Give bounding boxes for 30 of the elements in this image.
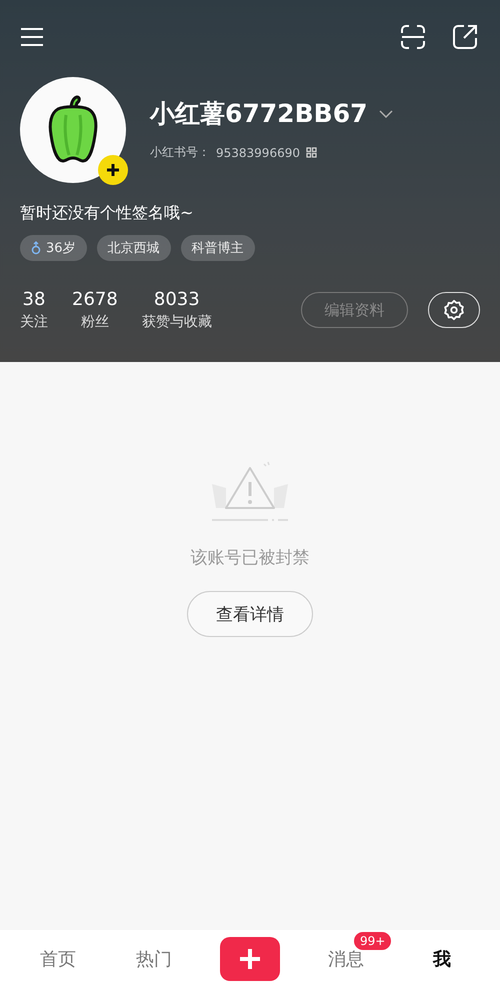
nav-tab[interactable]: 我	[412, 946, 472, 972]
notification-badge: 99+	[354, 932, 392, 950]
profile-tag: 36岁	[20, 235, 87, 261]
stat-value: 38	[22, 289, 46, 310]
add-icon[interactable]	[98, 155, 128, 185]
id-label: 小红书号：	[150, 144, 210, 161]
profile-tag: 北京西城	[96, 235, 171, 261]
id-value: 95383996690	[216, 146, 300, 160]
stat-value: 8033	[154, 289, 200, 310]
menu-icon[interactable]	[20, 27, 44, 47]
chevron-down-icon[interactable]	[379, 110, 394, 118]
publish-button[interactable]	[220, 937, 280, 981]
nav-tab[interactable]: 首页	[28, 946, 88, 972]
username: 小红薯6772BB67	[150, 98, 368, 130]
share-icon[interactable]	[452, 24, 478, 50]
settings-icon	[443, 299, 465, 321]
profile-tag: 科普博主	[180, 235, 255, 261]
stat-label: 粉丝	[80, 313, 109, 331]
settings-button[interactable]	[428, 292, 480, 328]
stat-value: 2678	[72, 289, 118, 310]
scan-icon[interactable]	[400, 24, 426, 50]
bio-text: 暂时还没有个性签名哦~	[20, 203, 194, 224]
stat-label: 关注	[20, 313, 48, 331]
banned-message: 该账号已被封禁	[190, 547, 310, 569]
male-icon	[31, 241, 41, 255]
view-details-button[interactable]: 查看详情	[187, 591, 313, 637]
plus-icon	[238, 947, 262, 971]
qr-code-icon[interactable]	[306, 147, 317, 158]
nav-tab[interactable]: 热门	[124, 946, 184, 972]
stat-label: 获赞与收藏	[142, 313, 212, 331]
